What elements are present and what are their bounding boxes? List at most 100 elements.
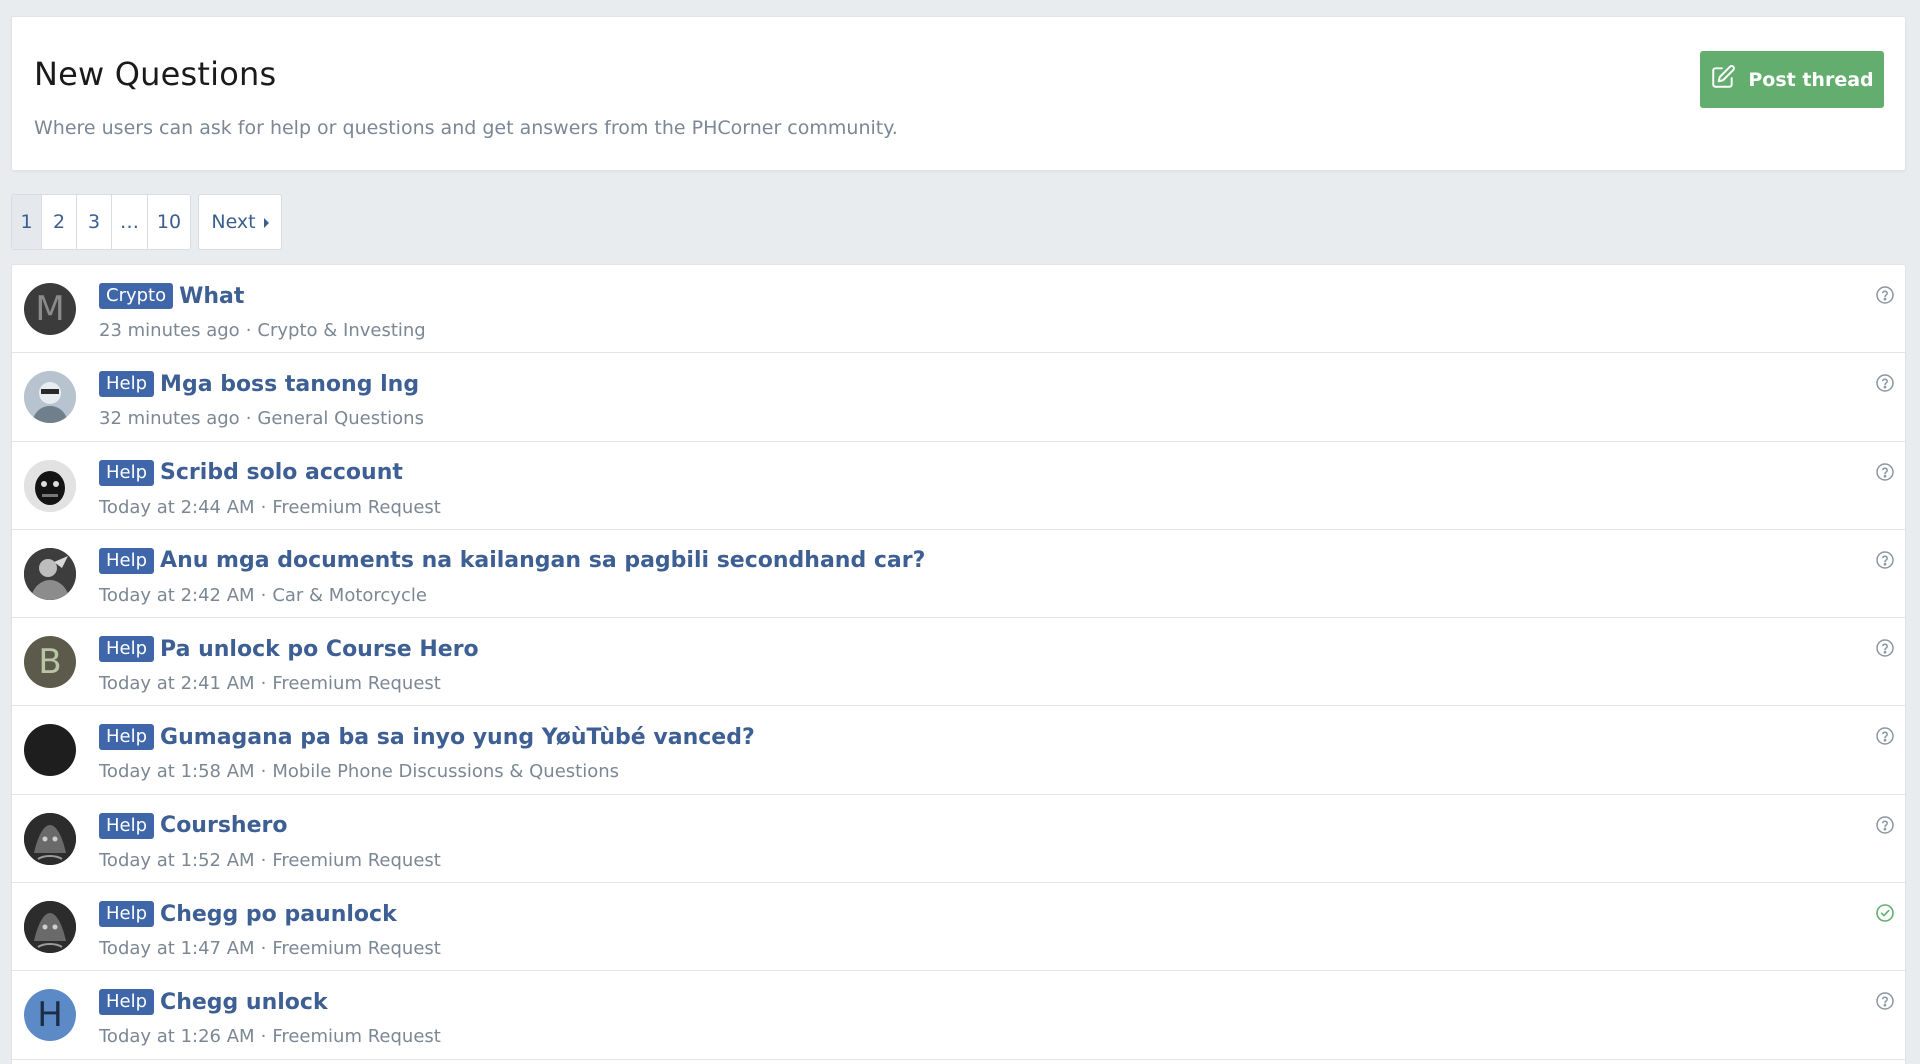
page-title: New Questions — [34, 55, 277, 93]
prefix-badge[interactable]: Crypto — [99, 283, 174, 309]
thread-title-line: Help Gumagana pa ba sa inyo yung YøùTùbé… — [99, 724, 755, 751]
thread-forum-link[interactable]: Car & Motorcycle — [272, 585, 427, 606]
thread-time[interactable]: 32 minutes ago — [99, 408, 240, 429]
thread-forum-link[interactable]: Mobile Phone Discussions & Questions — [272, 761, 619, 782]
meta-separator: · — [245, 320, 252, 341]
thread-title-line: Crypto What — [99, 283, 244, 309]
thread-time[interactable]: Today at 2:42 AM — [99, 585, 255, 606]
thread-title-line: Help Scribd solo account — [99, 459, 403, 486]
thread-meta: Today at 2:44 AM · Freemium Request — [99, 497, 441, 518]
prefix-badge[interactable]: Help — [99, 901, 155, 928]
thread-row: Help Mga boss tanong lng 32 minutes ago … — [12, 353, 1905, 442]
thread-forum-link[interactable]: Freemium Request — [272, 850, 441, 871]
avatar[interactable] — [24, 459, 76, 512]
page-description: Where users can ask for help or question… — [34, 117, 898, 139]
thread-meta: Today at 1:52 AM · Freemium Request — [99, 850, 441, 871]
prefix-badge[interactable]: Help — [99, 371, 155, 398]
thread-forum-link[interactable]: Freemium Request — [272, 497, 441, 518]
solved-check-icon — [1875, 903, 1895, 923]
thread-title-link[interactable]: Chegg unlock — [160, 990, 328, 1015]
thread-title-link[interactable]: Gumagana pa ba sa inyo yung YøùTùbé vanc… — [160, 725, 755, 750]
avatar[interactable] — [24, 547, 76, 600]
post-thread-button[interactable]: Post thread — [1700, 51, 1884, 108]
thread-title-line: Help Anu mga documents na kailangan sa p… — [99, 547, 925, 574]
question-icon — [1875, 991, 1895, 1011]
avatar-letter: M — [35, 289, 65, 329]
page-link-10[interactable]: 10 — [148, 195, 190, 249]
avatar[interactable]: B — [24, 636, 76, 689]
avatar[interactable] — [24, 812, 76, 865]
avatar[interactable] — [24, 371, 76, 424]
thread-time[interactable]: Today at 2:41 AM — [99, 673, 255, 694]
prefix-badge[interactable]: Help — [99, 812, 155, 839]
question-icon — [1875, 638, 1895, 658]
next-page-button[interactable]: Next — [198, 194, 282, 250]
meta-separator: · — [245, 408, 252, 430]
thread-row: H Help Chegg unlock Today at 1:26 AM · F… — [12, 971, 1905, 1060]
thread-time[interactable]: 23 minutes ago — [99, 320, 240, 341]
thread-meta: Today at 1:47 AM · Freemium Request — [99, 938, 441, 959]
thread-title-link[interactable]: Courshero — [160, 813, 287, 838]
thread-title-link[interactable]: Scribd solo account — [160, 460, 403, 485]
thread-title-line: Help Courshero — [99, 812, 287, 839]
avatar[interactable]: M — [24, 283, 76, 335]
prefix-badge[interactable]: Help — [99, 547, 155, 574]
thread-meta: Today at 1:26 AM · Freemium Request — [99, 1026, 441, 1047]
thread-time[interactable]: Today at 1:47 AM — [99, 938, 255, 959]
meta-separator: · — [260, 584, 267, 606]
thread-title-line: Help Mga boss tanong lng — [99, 371, 419, 398]
thread-forum-link[interactable]: Freemium Request — [272, 673, 441, 694]
thread-row: M Crypto What 23 minutes ago · Crypto & … — [12, 265, 1905, 354]
thread-forum-link[interactable]: Crypto & Investing — [257, 320, 425, 341]
page-link-1[interactable]: 1 — [12, 195, 42, 249]
thread-time[interactable]: Today at 1:58 AM — [99, 761, 255, 782]
prefix-badge[interactable]: Help — [99, 989, 155, 1016]
avatar-letter: H — [37, 995, 63, 1036]
meta-separator: · — [260, 496, 267, 518]
thread-meta: 32 minutes ago · General Questions — [99, 408, 424, 429]
page-jump-ellipsis[interactable]: … — [112, 195, 148, 249]
thread-row: Help Scribd solo account Today at 2:44 A… — [12, 441, 1905, 530]
thread-title-link[interactable]: What — [179, 284, 244, 309]
thread-title-link[interactable]: Pa unlock po Course Hero — [160, 637, 479, 662]
meta-separator: · — [260, 1026, 267, 1048]
meta-separator: · — [260, 673, 267, 695]
page-number-group: 1 2 3 … 10 — [11, 194, 191, 250]
page-link-3[interactable]: 3 — [77, 195, 112, 249]
thread-title-link[interactable]: Chegg po paunlock — [160, 902, 397, 927]
prefix-badge[interactable]: Help — [99, 724, 155, 751]
avatar[interactable] — [24, 724, 76, 777]
thread-meta: Today at 2:41 AM · Freemium Request — [99, 673, 441, 694]
thread-title-link[interactable]: Mga boss tanong lng — [160, 372, 419, 397]
avatar[interactable]: H — [24, 989, 76, 1042]
thread-title-link[interactable]: Anu mga documents na kailangan sa pagbil… — [160, 548, 925, 573]
avatar-letter: B — [38, 642, 62, 683]
thread-forum-link[interactable]: General Questions — [257, 408, 424, 429]
page-link-2[interactable]: 2 — [42, 195, 77, 249]
thread-row: Help Gumagana pa ba sa inyo yung YøùTùbé… — [12, 706, 1905, 795]
thread-list: M Crypto What 23 minutes ago · Crypto & … — [11, 264, 1906, 1064]
thread-time[interactable]: Today at 1:52 AM — [99, 850, 255, 871]
prefix-badge[interactable]: Help — [99, 636, 155, 663]
thread-row: Help Chegg po paunlock Today at 1:47 AM … — [12, 883, 1905, 972]
prefix-badge[interactable]: Help — [99, 459, 155, 486]
meta-separator: · — [260, 761, 267, 783]
avatar[interactable] — [24, 901, 76, 954]
page: New Questions Where users can ask for he… — [0, 0, 1920, 1064]
thread-title-line: Help Chegg unlock — [99, 989, 328, 1016]
thread-row: Help Courshero Today at 1:52 AM · Freemi… — [12, 794, 1905, 884]
pagination: 1 2 3 … 10 Next — [11, 194, 282, 250]
thread-title-line: Help Pa unlock po Course Hero — [99, 636, 479, 663]
thread-meta: Today at 1:58 AM · Mobile Phone Discussi… — [99, 761, 619, 782]
thread-time[interactable]: Today at 1:26 AM — [99, 1026, 255, 1047]
meta-separator: · — [260, 849, 267, 871]
thread-forum-link[interactable]: Freemium Request — [272, 938, 441, 959]
question-icon — [1875, 285, 1895, 305]
thread-row: Help Anu mga documents na kailangan sa p… — [12, 529, 1905, 619]
thread-time[interactable]: Today at 2:44 AM — [99, 497, 255, 518]
thread-title-line: Help Chegg po paunlock — [99, 901, 397, 928]
question-icon — [1875, 726, 1895, 746]
next-label: Next — [211, 211, 256, 233]
thread-forum-link[interactable]: Freemium Request — [272, 1026, 441, 1047]
question-icon — [1875, 815, 1895, 835]
